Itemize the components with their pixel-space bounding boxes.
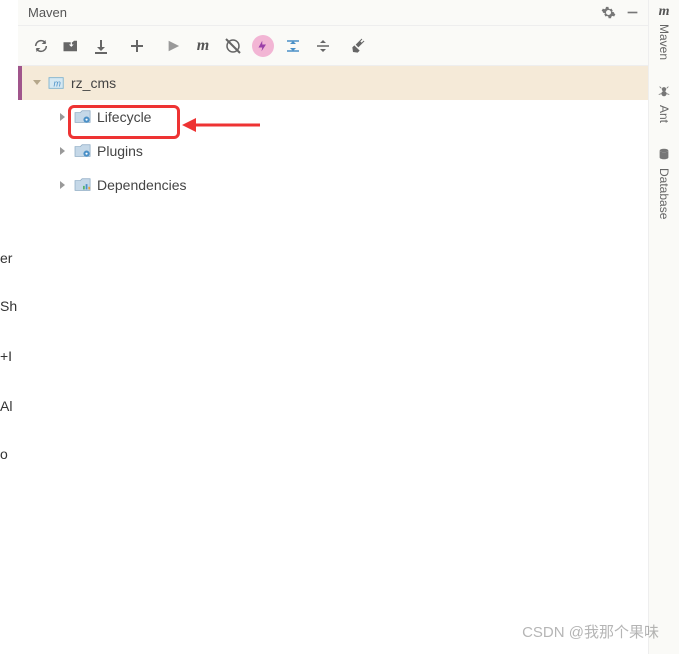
cut-d: Al — [0, 398, 12, 414]
tree-root-label: rz_cms — [71, 75, 116, 91]
cut-e: o — [0, 446, 8, 462]
minimize-icon[interactable] — [622, 3, 642, 23]
run-button[interactable] — [158, 31, 188, 61]
tree-dependencies[interactable]: Dependencies — [18, 168, 648, 202]
folder-chart-icon — [73, 176, 93, 194]
tree-item-label: Lifecycle — [97, 109, 151, 125]
add-button[interactable] — [122, 31, 152, 61]
maven-icon: m — [659, 4, 670, 20]
rail-ant[interactable]: Ant — [657, 84, 671, 123]
cut-c: +I — [0, 348, 12, 364]
rail-label: Maven — [657, 24, 671, 60]
collapse-arrow-icon[interactable] — [56, 144, 70, 158]
settings-icon[interactable] — [598, 3, 618, 23]
rail-label: Database — [657, 168, 671, 219]
generate-sources-button[interactable] — [56, 31, 86, 61]
cut-b: Sh — [0, 298, 17, 314]
tree-plugins[interactable]: Plugins — [18, 134, 648, 168]
maven-toolbar: m — [18, 26, 648, 66]
folder-gear-icon — [73, 142, 93, 160]
rail-database[interactable]: Database — [657, 147, 671, 219]
skip-tests-button[interactable] — [218, 31, 248, 61]
expand-all-button[interactable] — [308, 31, 338, 61]
database-icon — [657, 147, 671, 164]
rail-maven[interactable]: m Maven — [657, 4, 671, 60]
download-sources-button[interactable] — [86, 31, 116, 61]
maven-module-icon: m — [47, 74, 67, 92]
maven-tool-window: Maven m m rz_cms Lifecycle — [18, 0, 648, 654]
execute-goal-button[interactable]: m — [188, 31, 218, 61]
cut-a: er — [0, 250, 12, 266]
settings-button[interactable] — [344, 31, 374, 61]
cropped-left-panel: er Sh +I Al o — [0, 0, 18, 654]
tree-lifecycle[interactable]: Lifecycle — [18, 100, 648, 134]
refresh-button[interactable] — [26, 31, 56, 61]
collapse-all-button[interactable] — [278, 31, 308, 61]
collapse-arrow-icon[interactable] — [56, 178, 70, 192]
tree-item-label: Plugins — [97, 143, 143, 159]
offline-mode-button[interactable] — [248, 31, 278, 61]
expand-arrow-icon[interactable] — [30, 76, 44, 90]
svg-text:m: m — [53, 79, 60, 89]
right-tool-strip: m Maven Ant Database — [648, 0, 679, 654]
maven-tree: m rz_cms Lifecycle Plugins Dependencies — [18, 66, 648, 202]
tree-item-label: Dependencies — [97, 177, 187, 193]
ant-icon — [657, 84, 671, 101]
collapse-arrow-icon[interactable] — [56, 110, 70, 124]
folder-gear-icon — [73, 108, 93, 126]
tree-root[interactable]: m rz_cms — [18, 66, 648, 100]
panel-title: Maven — [28, 5, 594, 20]
rail-label: Ant — [657, 105, 671, 123]
panel-header: Maven — [18, 0, 648, 26]
